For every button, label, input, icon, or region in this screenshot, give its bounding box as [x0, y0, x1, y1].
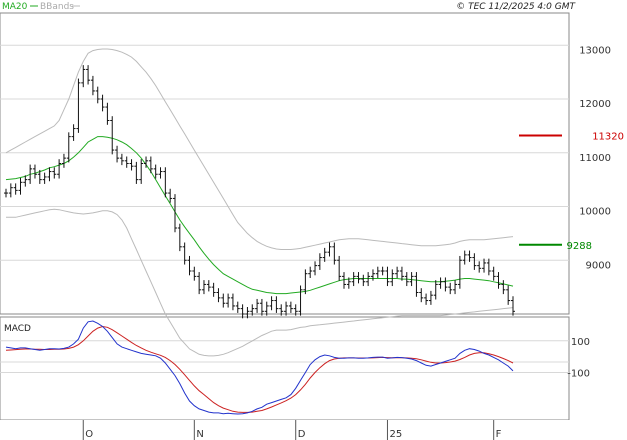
date-tick-label: 25 [389, 429, 402, 440]
date-tick-label: F [496, 429, 502, 440]
price-tick-label: 13000 [579, 45, 611, 56]
macd-y-axis: 100 -100 [567, 337, 590, 380]
copyright-label: © TEC 11/2/2025 4:0 GMT [456, 2, 576, 12]
date-tick-label: N [196, 429, 203, 440]
price-tick-label: 9000 [586, 260, 611, 271]
stock-chart: 11320 9288 9000 10000 11000 12000 13000 100 -1… [0, 2, 627, 440]
legend-ma20: MA20 [2, 2, 28, 12]
price-tick-label: 12000 [579, 99, 611, 110]
support-level-label: 9288 [567, 241, 592, 252]
date-axis-strip [0, 420, 627, 440]
legend-bbands: BBands [40, 2, 74, 12]
macd-panel [0, 316, 570, 421]
macd-panel-label: MACD [4, 324, 31, 334]
date-tick-label: D [298, 429, 306, 440]
macd-tick-label: -100 [567, 368, 590, 379]
price-tick-label: 11000 [579, 153, 611, 164]
price-tick-label: 10000 [579, 207, 611, 218]
date-tick-label: O [85, 429, 93, 440]
price-y-axis: 9000 10000 11000 12000 13000 [579, 45, 611, 271]
macd-tick-label: 100 [571, 337, 590, 348]
resistance-level-label: 11320 [592, 132, 624, 143]
